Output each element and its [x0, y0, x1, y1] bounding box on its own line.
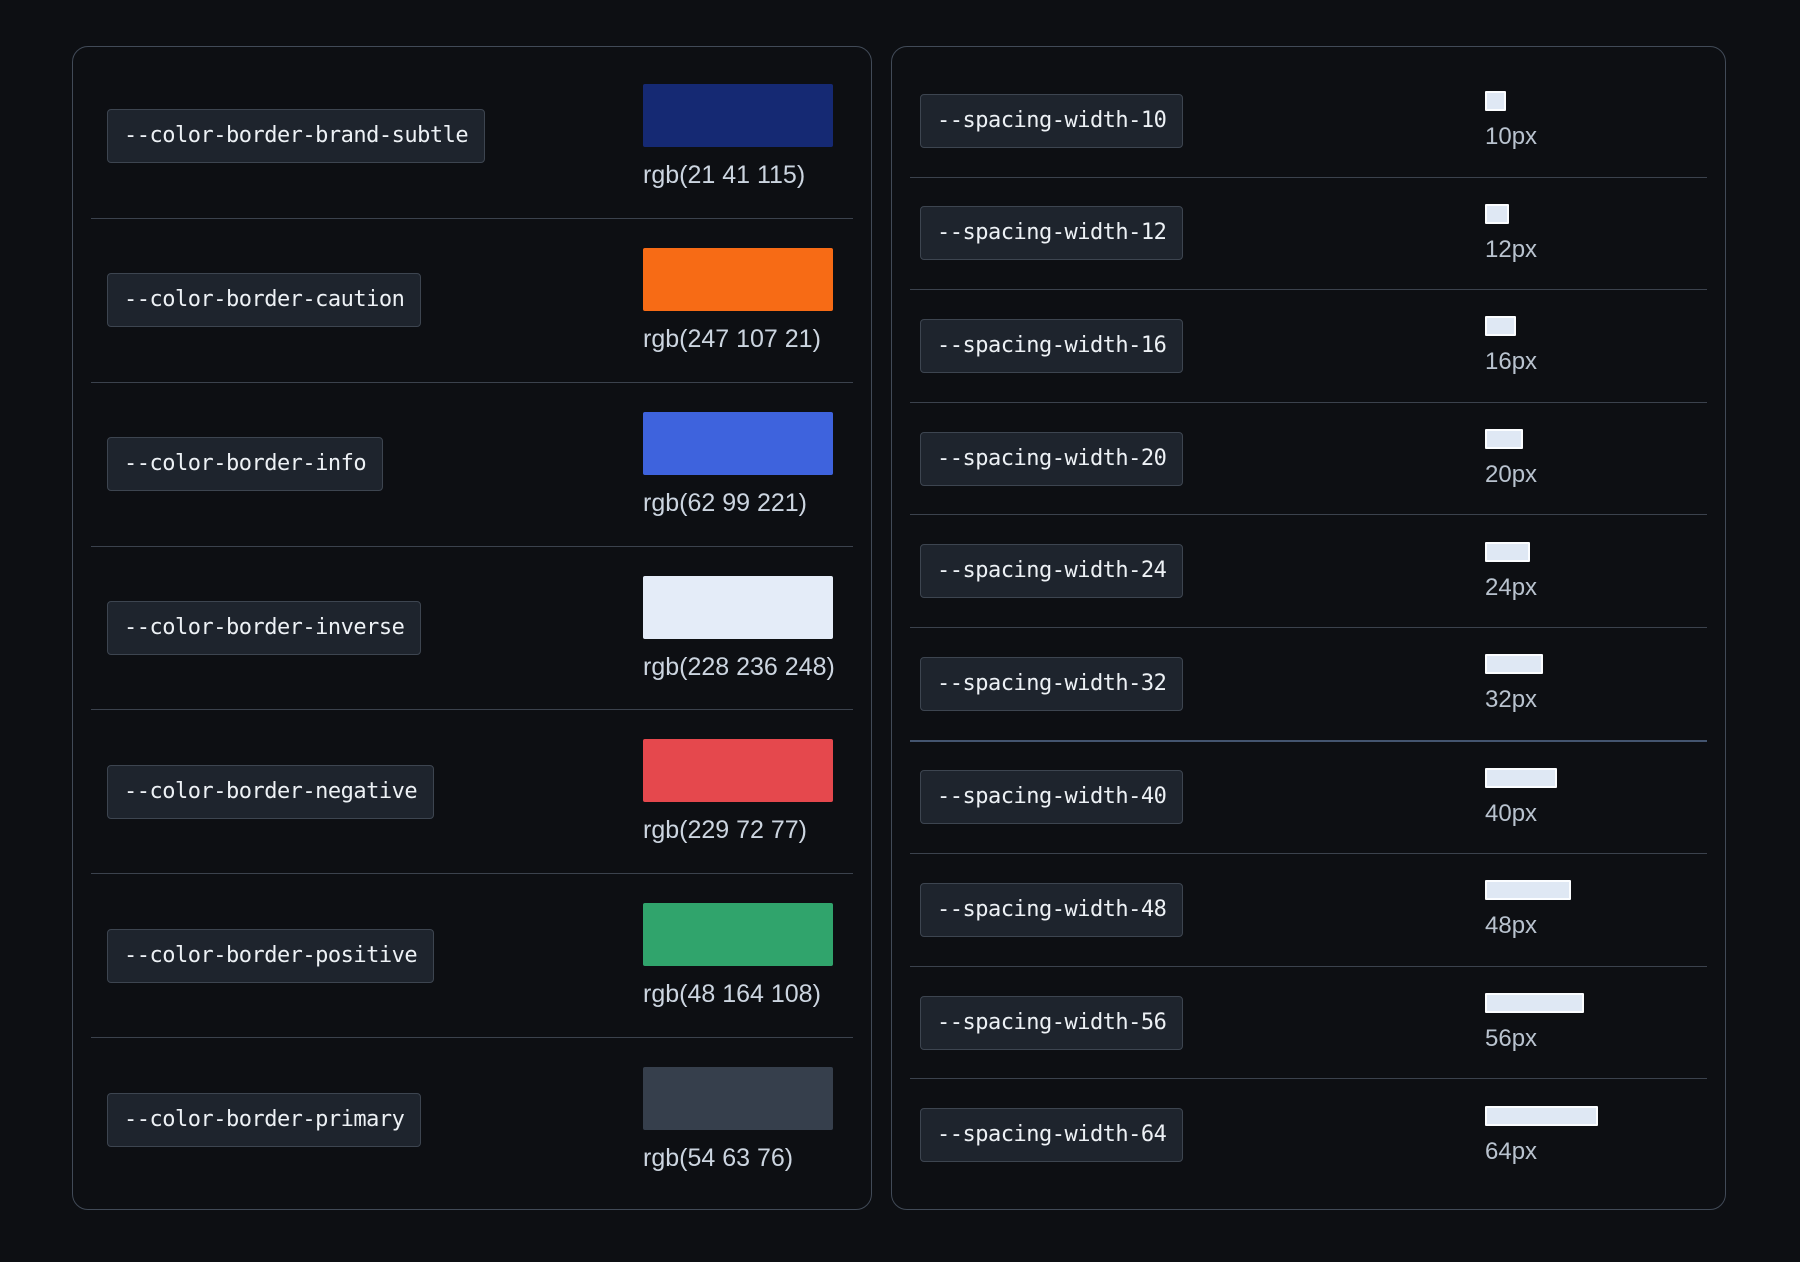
color-token-row: --color-border-negative rgb(229 72 77)	[91, 710, 853, 874]
color-token-row: --color-border-primary rgb(54 63 76)	[91, 1038, 853, 1201]
spacing-token-row: --spacing-width-48 48px	[910, 854, 1707, 967]
spacing-preview: 64px	[1485, 1106, 1707, 1165]
color-rgb-value: rgb(54 63 76)	[643, 1144, 793, 1172]
token-name-chip[interactable]: --spacing-width-10	[920, 94, 1183, 148]
color-preview: rgb(48 164 108)	[643, 903, 833, 1008]
token-name-chip[interactable]: --spacing-width-24	[920, 544, 1183, 598]
token-documentation-page: --color-border-brand-subtle rgb(21 41 11…	[0, 0, 1800, 1262]
color-rgb-value: rgb(21 41 115)	[643, 161, 805, 189]
color-preview: rgb(229 72 77)	[643, 739, 833, 844]
color-swatch	[643, 412, 833, 475]
spacing-bar	[1485, 768, 1557, 788]
color-rgb-value: rgb(229 72 77)	[643, 816, 807, 844]
spacing-preview: 20px	[1485, 429, 1707, 488]
spacing-preview: 40px	[1485, 768, 1707, 827]
spacing-token-row: --spacing-width-64 64px	[910, 1079, 1707, 1191]
spacing-token-row: --spacing-width-12 12px	[910, 178, 1707, 291]
color-preview: rgb(228 236 248)	[643, 576, 833, 681]
token-name-chip[interactable]: --spacing-width-40	[920, 770, 1183, 824]
spacing-preview: 16px	[1485, 316, 1707, 375]
spacing-px-label: 32px	[1485, 686, 1537, 713]
color-token-row: --color-border-brand-subtle rgb(21 41 11…	[91, 55, 853, 219]
spacing-px-label: 10px	[1485, 123, 1537, 150]
spacing-bar	[1485, 542, 1530, 562]
spacing-token-row: --spacing-width-20 20px	[910, 403, 1707, 516]
color-swatch	[643, 576, 833, 639]
spacing-token-row: --spacing-width-24 24px	[910, 515, 1707, 628]
spacing-bar	[1485, 880, 1571, 900]
color-rgb-value: rgb(228 236 248)	[643, 653, 835, 681]
spacing-token-row: --spacing-width-32 32px	[910, 628, 1707, 742]
color-rgb-value: rgb(247 107 21)	[643, 325, 821, 353]
spacing-px-label: 48px	[1485, 912, 1537, 939]
spacing-preview: 56px	[1485, 993, 1707, 1052]
color-rgb-value: rgb(62 99 221)	[643, 489, 807, 517]
color-swatch	[643, 1067, 833, 1130]
color-token-row: --color-border-positive rgb(48 164 108)	[91, 874, 853, 1038]
token-name-chip[interactable]: --color-border-brand-subtle	[107, 109, 485, 163]
token-name-chip[interactable]: --color-border-primary	[107, 1093, 421, 1147]
spacing-bar	[1485, 429, 1523, 449]
color-token-row: --color-border-inverse rgb(228 236 248)	[91, 547, 853, 711]
spacing-px-label: 56px	[1485, 1025, 1537, 1052]
token-name-chip[interactable]: --color-border-info	[107, 437, 383, 491]
spacing-preview: 48px	[1485, 880, 1707, 939]
token-name-chip[interactable]: --color-border-inverse	[107, 601, 421, 655]
spacing-bar	[1485, 91, 1506, 111]
spacing-px-label: 24px	[1485, 574, 1537, 601]
token-name-chip[interactable]: --color-border-caution	[107, 273, 421, 327]
spacing-bar	[1485, 204, 1509, 224]
color-swatch	[643, 739, 833, 802]
color-swatch	[643, 248, 833, 311]
color-preview: rgb(21 41 115)	[643, 84, 833, 189]
color-token-row: --color-border-caution rgb(247 107 21)	[91, 219, 853, 383]
spacing-bar	[1485, 993, 1584, 1013]
token-name-chip[interactable]: --spacing-width-12	[920, 206, 1183, 260]
spacing-token-row: --spacing-width-40 40px	[910, 742, 1707, 855]
spacing-px-label: 20px	[1485, 461, 1537, 488]
token-name-chip[interactable]: --color-border-negative	[107, 765, 434, 819]
spacing-bar	[1485, 316, 1516, 336]
spacing-preview: 32px	[1485, 654, 1707, 713]
color-swatch	[643, 903, 833, 966]
spacing-bar	[1485, 1106, 1598, 1126]
spacing-preview: 24px	[1485, 542, 1707, 601]
token-name-chip[interactable]: --spacing-width-64	[920, 1108, 1183, 1162]
spacing-token-row: --spacing-width-10 10px	[910, 65, 1707, 178]
token-name-chip[interactable]: --color-border-positive	[107, 929, 434, 983]
spacing-preview: 10px	[1485, 91, 1707, 150]
token-name-chip[interactable]: --spacing-width-20	[920, 432, 1183, 486]
token-name-chip[interactable]: --spacing-width-48	[920, 883, 1183, 937]
color-border-tokens-panel: --color-border-brand-subtle rgb(21 41 11…	[72, 46, 872, 1210]
spacing-token-row: --spacing-width-56 56px	[910, 967, 1707, 1080]
token-name-chip[interactable]: --spacing-width-32	[920, 657, 1183, 711]
spacing-px-label: 64px	[1485, 1138, 1537, 1165]
spacing-px-label: 12px	[1485, 236, 1537, 263]
spacing-bar	[1485, 654, 1543, 674]
color-preview: rgb(54 63 76)	[643, 1067, 833, 1172]
spacing-px-label: 16px	[1485, 348, 1537, 375]
token-name-chip[interactable]: --spacing-width-16	[920, 319, 1183, 373]
token-name-chip[interactable]: --spacing-width-56	[920, 996, 1183, 1050]
spacing-px-label: 40px	[1485, 800, 1537, 827]
color-swatch	[643, 84, 833, 147]
spacing-width-tokens-panel: --spacing-width-10 10px --spacing-width-…	[891, 46, 1726, 1210]
spacing-preview: 12px	[1485, 204, 1707, 263]
color-preview: rgb(62 99 221)	[643, 412, 833, 517]
spacing-token-row: --spacing-width-16 16px	[910, 290, 1707, 403]
color-preview: rgb(247 107 21)	[643, 248, 833, 353]
color-token-row: --color-border-info rgb(62 99 221)	[91, 383, 853, 547]
color-rgb-value: rgb(48 164 108)	[643, 980, 821, 1008]
